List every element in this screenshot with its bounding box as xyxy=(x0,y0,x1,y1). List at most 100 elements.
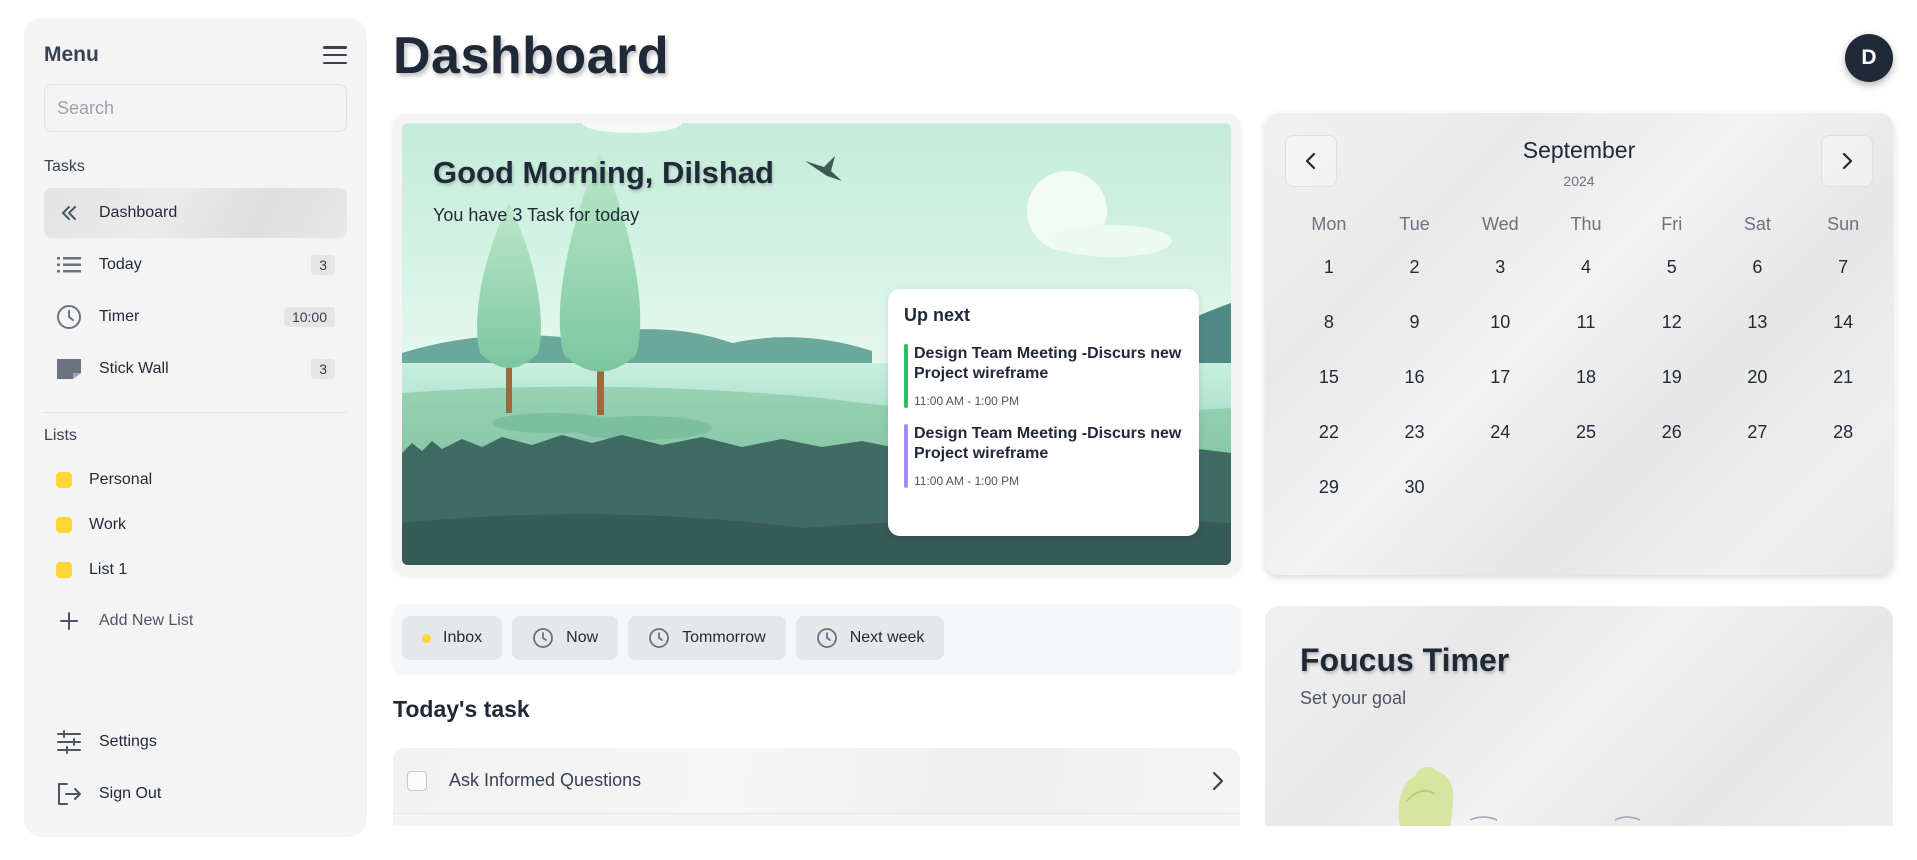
calendar-day[interactable]: 24 xyxy=(1457,405,1543,460)
list-label: List 1 xyxy=(89,560,128,578)
clock-icon xyxy=(56,304,82,330)
weekday-header: Mon xyxy=(1311,214,1347,234)
add-new-list-button[interactable]: Add New List xyxy=(44,596,347,646)
task-checkbox[interactable] xyxy=(407,770,427,791)
calendar-day[interactable]: 20 xyxy=(1715,350,1801,405)
sign-out-label: Sign Out xyxy=(99,785,162,802)
calendar-day[interactable]: 6 xyxy=(1715,240,1801,295)
settings-button[interactable]: Settings xyxy=(44,717,347,767)
calendar-day[interactable]: 1 xyxy=(1286,240,1372,295)
calendar-day[interactable]: 2 xyxy=(1372,240,1458,295)
filter-label: Tommorrow xyxy=(682,629,766,646)
hamburger-menu-icon[interactable] xyxy=(323,46,347,64)
calendar-day[interactable]: 27 xyxy=(1715,405,1801,460)
calendar-day[interactable]: 13 xyxy=(1715,295,1801,350)
sidebar-item-stick-wall[interactable]: Stick Wall 3 xyxy=(44,344,347,394)
calendar-day[interactable]: 21 xyxy=(1800,350,1886,405)
calendar-day[interactable]: 16 xyxy=(1372,350,1458,405)
list-icon xyxy=(56,252,82,278)
sidebar-item-label: Today xyxy=(99,256,142,273)
sidebar-title: Menu xyxy=(44,43,99,66)
task-filter-bar: Inbox Now Tommorrow Next week xyxy=(393,604,1240,672)
list-item-list-1[interactable]: List 1 xyxy=(44,547,347,592)
todays-task-heading: Today's task xyxy=(393,696,530,722)
sidebar: Menu Tasks Dashboard Today 3 Timer 10:00… xyxy=(24,18,367,837)
filter-tomorrow[interactable]: Tommorrow xyxy=(628,616,786,660)
event-title: Design Team Meeting -Discurs new Project… xyxy=(914,345,1182,382)
weekday-header: Thu xyxy=(1570,214,1602,234)
next-month-button[interactable] xyxy=(1821,135,1873,187)
sidebar-header: Menu xyxy=(44,38,347,72)
settings-label: Settings xyxy=(99,733,157,750)
plus-icon xyxy=(56,608,82,634)
calendar-day[interactable]: 7 xyxy=(1800,240,1886,295)
list-color-swatch xyxy=(56,471,72,488)
calendar-day[interactable]: 15 xyxy=(1286,350,1372,405)
calendar-day[interactable]: 26 xyxy=(1629,405,1715,460)
sidebar-item-dashboard[interactable]: Dashboard xyxy=(44,188,347,238)
list-item-personal[interactable]: Personal xyxy=(44,457,347,502)
lists-section-label: Lists xyxy=(44,427,77,444)
calendar-day[interactable]: 17 xyxy=(1457,350,1543,405)
upcoming-event[interactable]: Design Team Meeting -Discurs new Project… xyxy=(904,344,1183,408)
user-avatar[interactable]: D xyxy=(1845,34,1893,82)
calendar-day[interactable]: 28 xyxy=(1800,405,1886,460)
sign-out-button[interactable]: Sign Out xyxy=(44,769,347,819)
task-label: Ask Informed Questions xyxy=(449,770,642,790)
sidebar-item-timer[interactable]: Timer 10:00 xyxy=(44,292,347,342)
chevron-right-icon[interactable] xyxy=(1210,770,1226,792)
calendar-day[interactable]: 10 xyxy=(1457,295,1543,350)
calendar-day[interactable]: 9 xyxy=(1372,295,1458,350)
plant-illustration xyxy=(1398,766,1641,826)
sidebar-item-today[interactable]: Today 3 xyxy=(44,240,347,290)
upcoming-event[interactable]: Design Team Meeting -Discurs new Project… xyxy=(904,424,1183,488)
clock-icon xyxy=(648,627,670,649)
filter-now[interactable]: Now xyxy=(512,616,619,660)
greeting-heading: Good Morning, Dilshad xyxy=(433,155,774,190)
count-badge: 3 xyxy=(311,359,335,379)
list-item-work[interactable]: Work xyxy=(44,502,347,547)
task-row[interactable]: Ask Informed Questions xyxy=(393,748,1240,814)
calendar-day[interactable]: 14 xyxy=(1800,295,1886,350)
calendar-month: September xyxy=(1522,137,1636,163)
search-input[interactable] xyxy=(44,84,347,132)
count-badge: 3 xyxy=(311,255,335,275)
calendar-day[interactable]: 23 xyxy=(1372,405,1458,460)
calendar-day[interactable]: 12 xyxy=(1629,295,1715,350)
calendar-day[interactable]: 3 xyxy=(1457,240,1543,295)
tasks-section-label: Tasks xyxy=(44,158,85,175)
calendar-day[interactable]: 25 xyxy=(1543,405,1629,460)
calendar-day[interactable]: 11 xyxy=(1543,295,1629,350)
task-list-continuation xyxy=(393,814,1240,826)
event-time: 11:00 AM - 1:00 PM xyxy=(914,474,1020,488)
greeting-card: Good Morning, Dilshad You have 3 Task fo… xyxy=(393,114,1240,574)
sidebar-divider xyxy=(44,412,347,413)
chevron-right-icon xyxy=(1842,152,1853,170)
timer-badge: 10:00 xyxy=(283,307,335,327)
sidebar-item-label: Dashboard xyxy=(99,204,178,221)
calendar-day[interactable]: 19 xyxy=(1629,350,1715,405)
filter-inbox[interactable]: Inbox xyxy=(402,616,503,660)
bird-icon xyxy=(805,156,842,181)
calendar-day[interactable]: 5 xyxy=(1629,240,1715,295)
event-time: 11:00 AM - 1:00 PM xyxy=(914,394,1020,408)
calendar-day[interactable]: 8 xyxy=(1286,295,1372,350)
list-color-swatch xyxy=(56,561,72,578)
list-label: Personal xyxy=(89,470,153,488)
sliders-icon xyxy=(56,729,82,755)
filter-next-week[interactable]: Next week xyxy=(795,616,945,660)
clock-icon xyxy=(532,627,554,649)
weekday-header: Fri xyxy=(1661,214,1683,234)
event-color-bar xyxy=(904,424,908,488)
calendar-day[interactable]: 4 xyxy=(1543,240,1629,295)
add-new-list-label: Add New List xyxy=(99,612,194,629)
calendar-widget: September 2024 Mon Tue Wed Thu Fri Sat Sun 1 2 3 4… xyxy=(1265,113,1893,575)
calendar-day[interactable]: 29 xyxy=(1286,460,1372,515)
weekday-header: Tue xyxy=(1399,214,1430,234)
calendar-day[interactable]: 30 xyxy=(1372,460,1458,515)
page-title: Dashboard xyxy=(393,27,670,85)
calendar-day[interactable]: 18 xyxy=(1543,350,1629,405)
calendar-day[interactable]: 22 xyxy=(1286,405,1372,460)
calendar-year: 2024 xyxy=(1563,173,1595,189)
up-next-card: Up next Design Team Meeting -Discurs new… xyxy=(888,289,1199,536)
